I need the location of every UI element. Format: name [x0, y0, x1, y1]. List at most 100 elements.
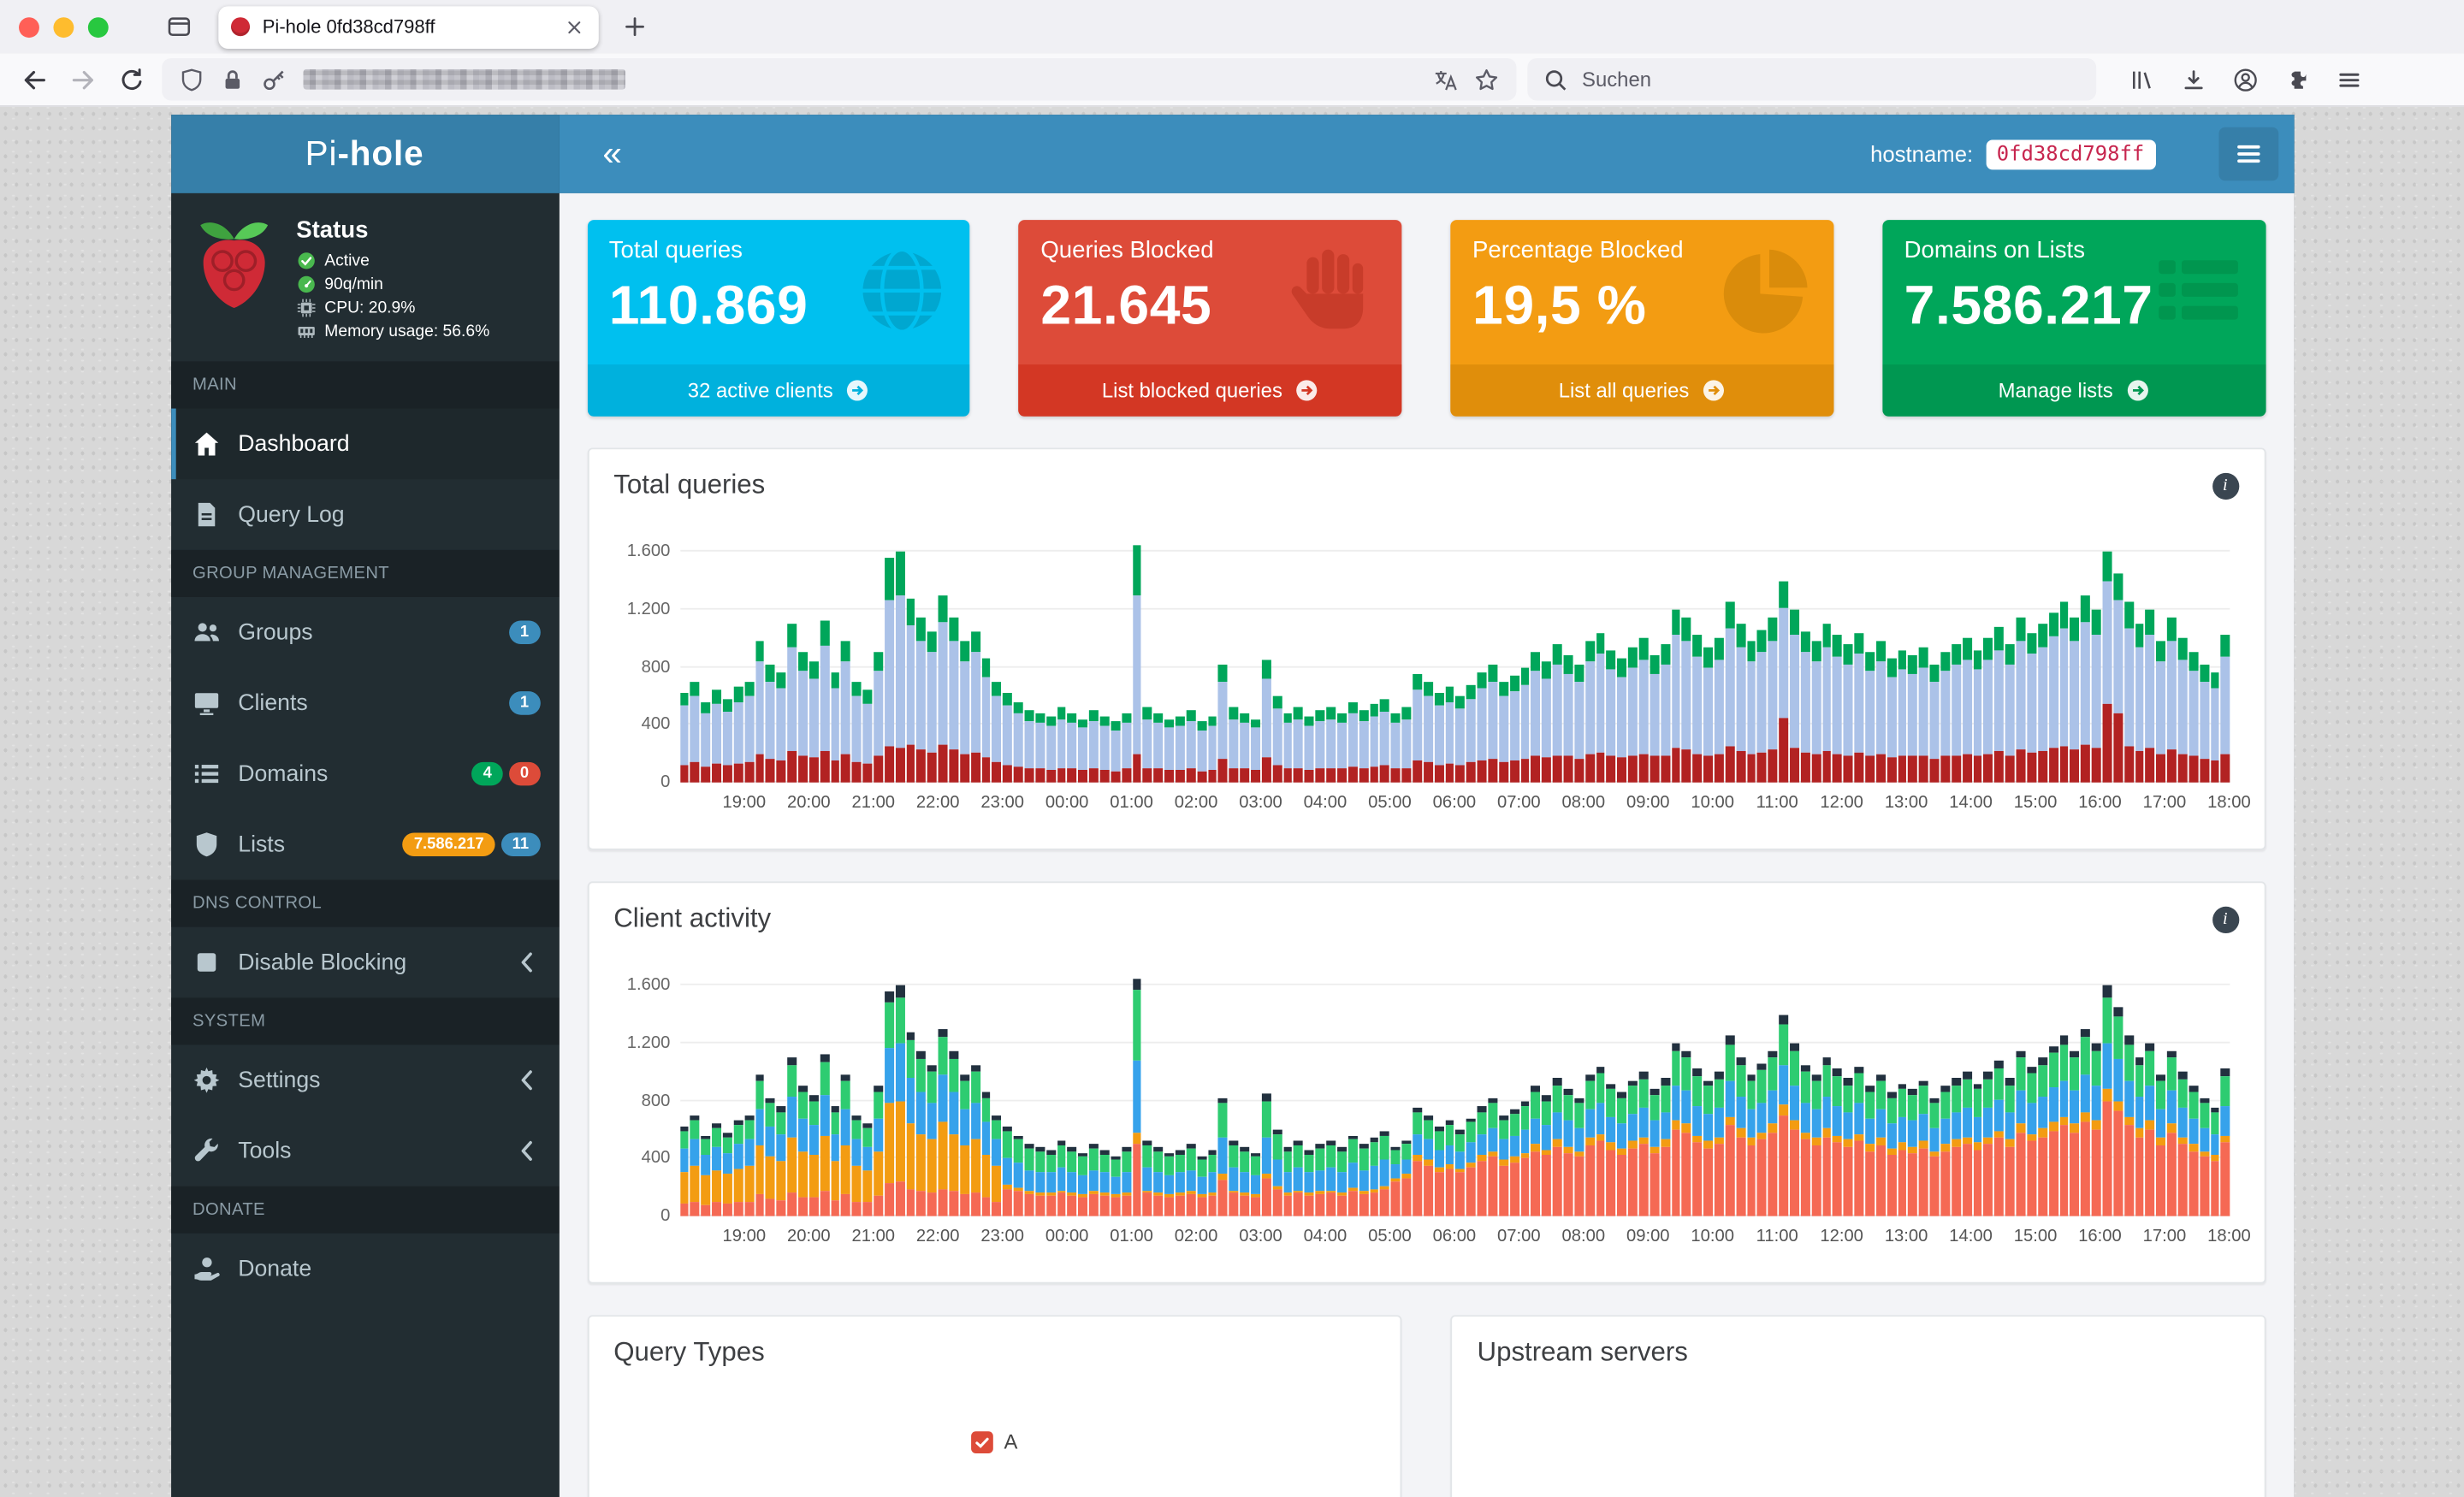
chart-bar[interactable] [1380, 537, 1390, 783]
chart-bar[interactable] [1305, 537, 1314, 783]
chart-bar[interactable] [992, 537, 1002, 783]
chart-bar[interactable] [1315, 537, 1325, 783]
chart-bar[interactable] [1692, 971, 1703, 1216]
chart-bar[interactable] [1811, 537, 1821, 783]
browser-tab[interactable]: Pi-hole 0fd38cd798ff [218, 5, 599, 49]
stat-card-footer-link[interactable]: List all queries [1450, 364, 1834, 417]
chart-bar[interactable] [787, 971, 797, 1216]
chart-bar[interactable] [2016, 537, 2026, 783]
chart-bar[interactable] [1833, 537, 1843, 783]
chart-bar[interactable] [1282, 971, 1293, 1216]
new-tab-button[interactable] [621, 13, 649, 41]
chart-bar[interactable] [1638, 537, 1649, 783]
chart-bar[interactable] [2016, 971, 2026, 1216]
chart-bar[interactable] [2005, 971, 2015, 1216]
search-input[interactable] [1582, 67, 2081, 92]
chart-bar[interactable] [1369, 537, 1379, 783]
address-bar[interactable] [162, 57, 1517, 101]
chart-bar[interactable] [1035, 537, 1045, 783]
chart-bar[interactable] [1790, 971, 1799, 1216]
chart-bar[interactable] [2123, 537, 2134, 783]
chart-bar[interactable] [1153, 971, 1164, 1216]
chart-bar[interactable] [701, 537, 711, 783]
chart-bar[interactable] [1272, 971, 1282, 1216]
chart-bar[interactable] [1207, 537, 1217, 783]
chart-bar[interactable] [2135, 537, 2144, 783]
chart-bar[interactable] [1305, 971, 1314, 1216]
chart-bar[interactable] [1660, 971, 1670, 1216]
chart-bar[interactable] [981, 971, 991, 1216]
chart-bar[interactable] [2199, 537, 2209, 783]
chart-bar[interactable] [1261, 971, 1271, 1216]
chart-bar[interactable] [1132, 537, 1142, 783]
downloads-icon[interactable] [2178, 63, 2210, 95]
chart-bar[interactable] [1865, 971, 1875, 1216]
chart-bar[interactable] [1477, 537, 1487, 783]
chart-bar[interactable] [862, 971, 873, 1216]
chart-bar[interactable] [1844, 537, 1853, 783]
chart-bar[interactable] [874, 971, 883, 1216]
chart-bar[interactable] [755, 971, 765, 1216]
chart-bar[interactable] [1175, 971, 1185, 1216]
chart-bar[interactable] [2081, 537, 2090, 783]
chart-bar[interactable] [874, 537, 883, 783]
chart-bar[interactable] [862, 537, 873, 783]
chart-bar[interactable] [1973, 537, 1983, 783]
chart-bar[interactable] [1929, 537, 1940, 783]
sidebar-item-lists[interactable]: Lists 7.586.217 11 [170, 809, 559, 880]
bookmark-star-icon[interactable] [1472, 65, 1501, 93]
chart-bar[interactable] [701, 971, 711, 1216]
chart-bar[interactable] [1121, 537, 1131, 783]
chart-bar[interactable] [2037, 971, 2047, 1216]
chart-bar[interactable] [1703, 971, 1714, 1216]
tracking-shield-icon[interactable] [178, 65, 206, 93]
chart-bar[interactable] [1929, 971, 1940, 1216]
chart-bar[interactable] [1359, 537, 1368, 783]
library-icon[interactable] [2126, 63, 2158, 95]
chart-bar[interactable] [1315, 971, 1325, 1216]
chart-bar[interactable] [1336, 537, 1347, 783]
key-icon[interactable] [259, 65, 287, 93]
stat-card-footer-link[interactable]: Manage lists [1881, 364, 2266, 417]
chart-bar[interactable] [808, 971, 819, 1216]
chart-bar[interactable] [1531, 971, 1541, 1216]
chart-bar[interactable] [1563, 971, 1573, 1216]
chart-bar[interactable] [1488, 537, 1498, 783]
chart-bar[interactable] [1229, 537, 1239, 783]
firefox-view-icon[interactable] [165, 13, 193, 41]
chart-bar[interactable] [2091, 971, 2101, 1216]
chart-bar[interactable] [1175, 537, 1185, 783]
chart-bar[interactable] [1736, 537, 1745, 783]
chart-bar[interactable] [1078, 537, 1088, 783]
chart-bar[interactable] [841, 971, 851, 1216]
stat-card-footer-link[interactable]: 32 active clients [587, 364, 970, 417]
chart-bar[interactable] [776, 537, 786, 783]
chart-bar[interactable] [1057, 971, 1067, 1216]
chart-bar[interactable] [679, 537, 690, 783]
chart-bar[interactable] [1186, 537, 1196, 783]
chart-bar[interactable] [1800, 971, 1810, 1216]
chart-bar[interactable] [1240, 537, 1250, 783]
stat-card-footer-link[interactable]: List blocked queries [1018, 364, 1402, 417]
chart-bar[interactable] [1844, 971, 1853, 1216]
chart-bar[interactable] [1466, 537, 1476, 783]
chart-bar[interactable] [927, 537, 937, 783]
chart-bar[interactable] [1401, 971, 1412, 1216]
sidebar-item-dashboard[interactable]: Dashboard [170, 408, 559, 480]
back-button[interactable] [15, 61, 53, 98]
chart-bar[interactable] [1563, 537, 1573, 783]
chart-bar[interactable] [1229, 971, 1239, 1216]
chart-bar[interactable] [1045, 971, 1056, 1216]
chart-bar[interactable] [1423, 537, 1433, 783]
chart-bar[interactable] [949, 971, 959, 1216]
chart-bar[interactable] [895, 971, 905, 1216]
chart-bar[interactable] [1359, 971, 1368, 1216]
chart-bar[interactable] [1962, 971, 1972, 1216]
chart-bar[interactable] [884, 971, 894, 1216]
chart-bar[interactable] [2221, 537, 2230, 783]
chart-bar[interactable] [1132, 971, 1142, 1216]
chart-bar[interactable] [1650, 971, 1660, 1216]
window-close-button[interactable] [19, 16, 39, 38]
chart-bar[interactable] [1099, 537, 1110, 783]
chart-bar[interactable] [2059, 537, 2069, 783]
